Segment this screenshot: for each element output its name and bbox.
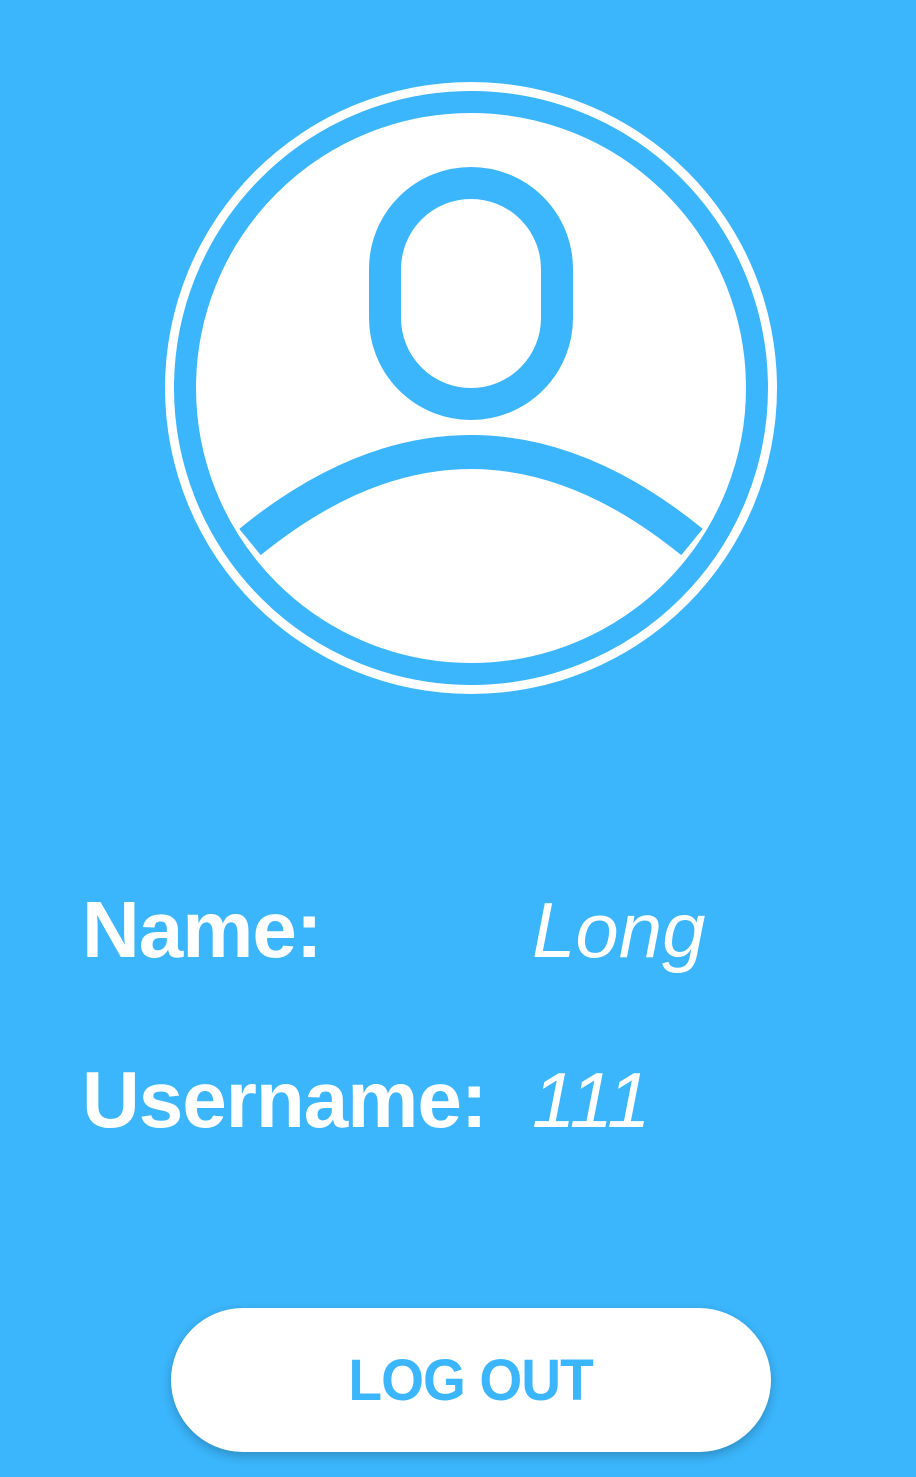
username-value: 111 bbox=[532, 1056, 651, 1144]
username-label: Username: bbox=[82, 1055, 488, 1144]
logout-button[interactable]: LOG OUT bbox=[171, 1308, 771, 1452]
username-row: Username: 111 bbox=[82, 1055, 862, 1145]
profile-screen: Name: Long Username: 111 LOG OUT bbox=[0, 0, 916, 1477]
avatar bbox=[155, 72, 787, 704]
name-row: Name: Long bbox=[82, 885, 862, 975]
name-label: Name: bbox=[82, 885, 323, 974]
name-value: Long bbox=[532, 886, 706, 974]
logout-button-label: LOG OUT bbox=[348, 1347, 594, 1413]
user-profile-icon bbox=[165, 82, 777, 694]
